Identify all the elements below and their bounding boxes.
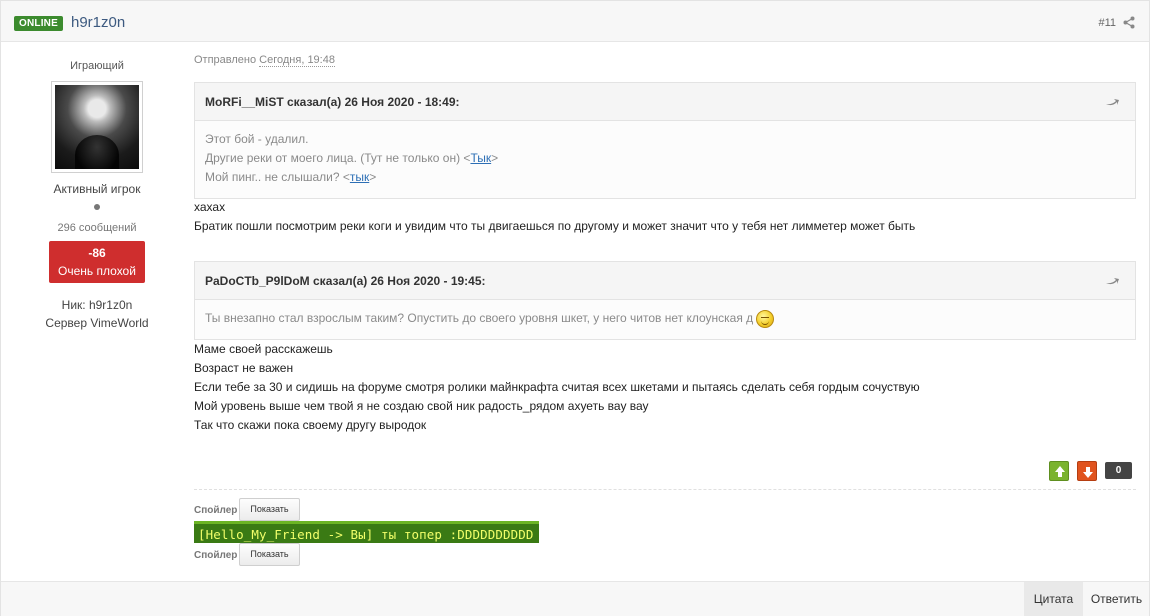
forum-post: ONLINE h9r1z0n #11 Играющий Активный игр…: [0, 0, 1150, 616]
reputation-value: -86: [88, 246, 106, 260]
status-dot-icon: [94, 204, 100, 210]
author-server: Сервер VimeWorld: [45, 316, 149, 330]
reply-arrow-icon[interactable]: [1105, 96, 1119, 108]
reputation-label: Очень плохой: [58, 264, 136, 278]
author-rank: Активный игрок: [53, 182, 141, 196]
message-line: Так что скажи пока своему другу выродок: [194, 418, 427, 432]
quote-text: >: [491, 151, 499, 165]
quote-author: MoRFi__MiST сказал(а) 26 Ноя 2020 - 18:4…: [205, 95, 460, 109]
vote-down-button[interactable]: [1077, 461, 1097, 481]
quote-line: Мой пинг.. не слышали? <тык>: [205, 168, 1125, 187]
quote-header: PaDoCTb_P9lDoM сказал(а) 26 Ноя 2020 - 1…: [195, 262, 1135, 300]
vote-up-button[interactable]: [1049, 461, 1069, 481]
quote-link[interactable]: Тык: [470, 151, 491, 165]
reputation-badge[interactable]: -86 Очень плохой: [49, 241, 145, 283]
quote-author: PaDoCTb_P9lDoM сказал(а) 26 Ноя 2020 - 1…: [205, 274, 486, 288]
author-username[interactable]: h9r1z0n: [71, 14, 125, 31]
quote-button[interactable]: Цитата: [1024, 582, 1083, 616]
quote-line: Ты внезапно стал взрослым таким? Опустит…: [205, 309, 1125, 328]
spoiler-show-button[interactable]: Показать: [239, 498, 300, 521]
quote-body: Ты внезапно стал взрослым таким? Опустит…: [195, 300, 1135, 328]
quote-line: Другие реки от моего лица. (Тут не тольк…: [205, 149, 1125, 168]
author-nick: Ник: h9r1z0n: [61, 298, 133, 312]
reply-arrow-icon[interactable]: [1105, 275, 1119, 287]
post-header: ONLINE h9r1z0n #11: [1, 1, 1149, 42]
smiley-icon: [756, 309, 775, 328]
chat-text: [Hello_My_Friend -> Вы] ты топер :DDDDDD…: [198, 527, 534, 542]
message-line: Маме своей расскажешь: [194, 342, 333, 356]
signature-chat-banner: [Hello_My_Friend -> Вы] ты топер :DDDDDD…: [194, 521, 539, 543]
quote-text: >: [369, 170, 377, 184]
quote-text: Ты внезапно стал взрослым таким? Опустит…: [205, 311, 754, 325]
reply-button[interactable]: Ответить: [1084, 582, 1149, 616]
avatar[interactable]: [51, 81, 143, 173]
quote-text: Мой пинг.. не слышали? <: [205, 170, 350, 184]
share-icon[interactable]: [1123, 16, 1135, 29]
quote-body: Этот бой - удалил. Другие реки от моего …: [195, 121, 1135, 187]
spoiler-label: Спойлер: [194, 550, 238, 561]
sent-date: Сегодня, 19:48: [259, 54, 335, 67]
post-number-link[interactable]: #11: [1098, 17, 1116, 29]
message-line: Мой уровень выше чем твой я не создаю св…: [194, 399, 649, 413]
message-count[interactable]: 296 сообщений: [1, 222, 193, 234]
sent-line: Отправлено Сегодня, 19:48: [194, 54, 335, 67]
author-title: Играющий: [70, 60, 124, 72]
quote-block: PaDoCTb_P9lDoM сказал(а) 26 Ноя 2020 - 1…: [194, 261, 1136, 340]
author-panel: Играющий Активный игрок 296 сообщений -8…: [1, 42, 193, 582]
message-line: Если тебе за 30 и сидишь на форуме смотр…: [194, 380, 920, 394]
sent-prefix: Отправлено: [194, 54, 260, 66]
vote-count: 0: [1105, 462, 1132, 479]
message-line: хахах: [194, 200, 226, 214]
quote-link[interactable]: тык: [350, 170, 369, 184]
signature-divider: [194, 489, 1136, 490]
arrow-down-icon: [1083, 467, 1093, 478]
message-line: Возраст не важен: [194, 361, 294, 375]
message-line: Братик пошли посмотрим реки коги и увиди…: [194, 219, 916, 233]
online-badge: ONLINE: [14, 16, 63, 31]
spoiler-label: Спойлер: [194, 505, 238, 516]
quote-line: Этот бой - удалил.: [205, 132, 309, 146]
quote-header: MoRFi__MiST сказал(а) 26 Ноя 2020 - 18:4…: [195, 83, 1135, 121]
arrow-up-icon: [1055, 466, 1065, 477]
quote-block: MoRFi__MiST сказал(а) 26 Ноя 2020 - 18:4…: [194, 82, 1136, 199]
avatar-image: [55, 85, 139, 169]
quote-text: Другие реки от моего лица. (Тут не тольк…: [205, 151, 471, 165]
post-footer: Цитата Ответить: [1, 581, 1149, 616]
spoiler-show-button[interactable]: Показать: [239, 543, 300, 566]
